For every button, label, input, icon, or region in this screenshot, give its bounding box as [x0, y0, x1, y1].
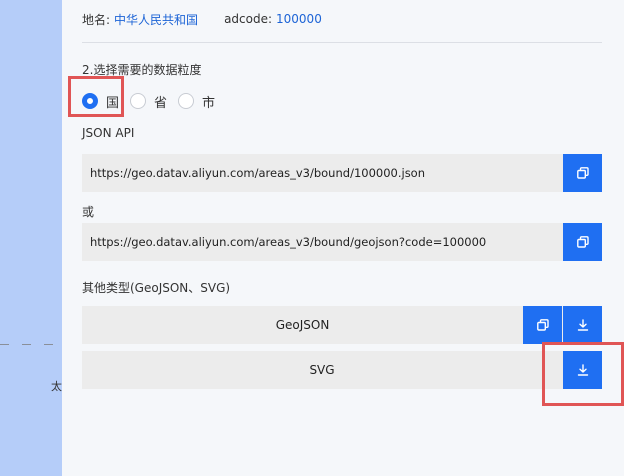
map-area[interactable]: 太: [0, 0, 62, 476]
name-value: 中华人民共和国: [114, 12, 199, 27]
name-label: 地名:: [82, 12, 111, 27]
map-boundary-line: [22, 344, 31, 345]
adcode-label: adcode:: [224, 12, 273, 26]
highlight-annotation: [68, 76, 124, 117]
svg-label: SVG: [82, 351, 562, 389]
info-panel: 地名: 中华人民共和国 adcode: 100000 2.选择需要的数据粒度 国…: [62, 0, 624, 476]
map-boundary-line: [0, 344, 9, 345]
radio-city[interactable]: 市: [178, 92, 215, 111]
copy-button[interactable]: [563, 154, 602, 192]
geojson-url-text[interactable]: https://geo.datav.aliyun.com/areas_v3/bo…: [82, 235, 563, 249]
copy-button[interactable]: [563, 223, 602, 261]
copy-geojson-button[interactable]: [523, 306, 562, 344]
svg-row: SVG: [82, 351, 602, 389]
copy-icon: [576, 236, 589, 248]
radio-unchecked-icon[interactable]: [178, 93, 195, 109]
highlight-annotation: [542, 342, 624, 406]
radio-province[interactable]: 省: [130, 92, 167, 111]
copy-icon: [536, 319, 549, 331]
divider: [82, 42, 602, 43]
region-info: 地名: 中华人民共和国 adcode: 100000: [82, 10, 322, 28]
json-url-box: https://geo.datav.aliyun.com/areas_v3/bo…: [82, 154, 602, 192]
json-api-title: JSON API: [82, 126, 135, 140]
download-icon: [577, 319, 588, 331]
download-geojson-button[interactable]: [563, 306, 602, 344]
map-boundary-line: [44, 344, 53, 345]
json-url-text[interactable]: https://geo.datav.aliyun.com/areas_v3/bo…: [82, 166, 563, 180]
other-types-title: 其他类型(GeoJSON、SVG): [82, 281, 231, 295]
geojson-url-box: https://geo.datav.aliyun.com/areas_v3/bo…: [82, 223, 602, 261]
geojson-label: GeoJSON: [82, 306, 523, 344]
or-label: 或: [82, 205, 95, 219]
map-place-label: 太: [51, 380, 62, 393]
adcode-value: 100000: [276, 12, 322, 26]
radio-label: 省: [154, 95, 168, 111]
radio-unchecked-icon[interactable]: [130, 93, 147, 109]
copy-icon: [576, 167, 589, 179]
geojson-row: GeoJSON: [82, 306, 602, 344]
radio-label: 市: [202, 95, 216, 111]
